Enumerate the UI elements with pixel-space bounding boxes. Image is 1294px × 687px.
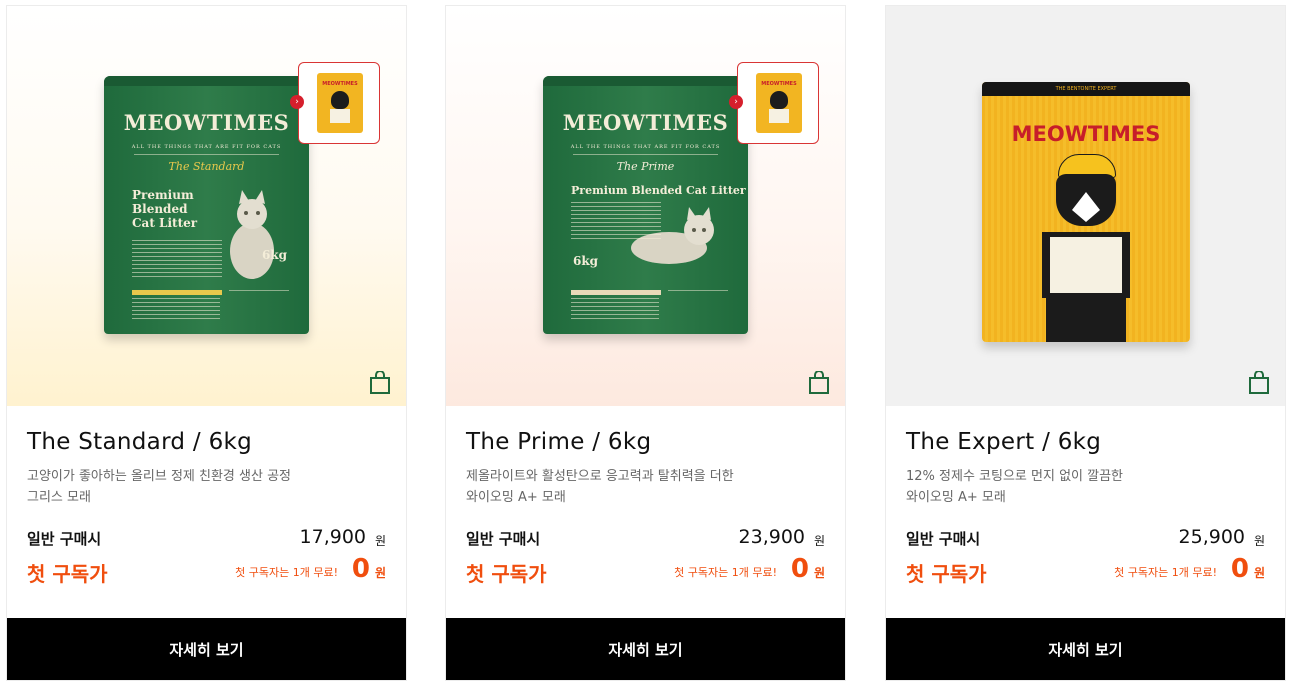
price-unit: 원 [1253,534,1265,548]
thumb-brand: MEOWTIMES [322,81,358,87]
shopping-bag-icon[interactable] [369,371,391,395]
view-details-button[interactable]: 자세히 보기 [7,618,406,680]
regular-price-row: 일반 구매시 17,900 원 [27,526,386,550]
product-card-list: MEOWTIMES ALL THE THINGS THAT ARE FIT FO… [0,0,1294,687]
regular-price-label: 일반 구매시 [466,530,541,548]
product-title[interactable]: The Standard / 6kg [27,406,386,455]
chevron-right-icon[interactable]: › [729,95,743,109]
bag-brand: MEOWTIMES [562,110,729,135]
regular-price-label: 일반 구매시 [27,530,102,548]
subscription-note: 첫 구독자는 1개 무료! [674,566,777,579]
subscription-price-row: 첫 구독가 첫 구독자는 1개 무료! 0 원 [466,554,825,588]
regular-price: 25,900 [1178,526,1245,548]
subscription-price-label: 첫 구독가 [27,562,108,586]
product-description: 12% 정제수 코팅으로 먼지 없이 깔끔한 와이오밍 A+ 모래 [906,469,1123,505]
subscription-price-row: 첫 구독가 첫 구독자는 1개 무료! 0 원 [27,554,386,588]
shopping-bag-icon[interactable] [1248,371,1270,395]
product-image: MEOWTIMES ALL THE THINGS THAT ARE FIT FO… [543,76,748,334]
bag-brand: MEOWTIMES [123,110,290,135]
regular-price-row: 일반 구매시 23,900 원 [466,526,825,550]
product-description: 제올라이트와 활성탄으로 응고력과 탈취력을 더한 와이오밍 A+ 모래 [466,469,734,505]
product-image: THE BENTONITE EXPERT MEOWTIMES [982,82,1190,342]
product-image-area[interactable]: MEOWTIMES ALL THE THINGS THAT ARE FIT FO… [7,6,406,406]
subscription-price: 0 [1230,554,1249,584]
regular-price-row: 일반 구매시 25,900 원 [906,526,1265,550]
bag-edition: The Standard [168,160,245,173]
regular-price-label: 일반 구매시 [906,530,981,548]
product-card[interactable]: THE BENTONITE EXPERT MEOWTIMES The Exper… [886,6,1285,680]
subscription-price: 0 [790,554,809,584]
product-card[interactable]: MEOWTIMES ALL THE THINGS THAT ARE FIT FO… [446,6,845,680]
product-card[interactable]: MEOWTIMES ALL THE THINGS THAT ARE FIT FO… [7,6,406,680]
subscription-price: 0 [351,554,370,584]
price-unit: 원 [1253,566,1265,580]
bag-edition: The Prime [616,160,675,173]
product-description: 고양이가 좋아하는 올리브 정제 친환경 생산 공정 그리스 모래 [27,469,291,505]
regular-price: 23,900 [738,526,805,548]
bag-tagline: ALL THE THINGS THAT ARE FIT FOR CATS [131,144,282,150]
product-image: MEOWTIMES ALL THE THINGS THAT ARE FIT FO… [104,76,309,334]
regular-price: 17,900 [299,526,366,548]
product-image-area[interactable]: MEOWTIMES ALL THE THINGS THAT ARE FIT FO… [446,6,845,406]
price-unit: 원 [374,534,386,548]
cat-illustration [230,190,274,279]
variant-thumbnail[interactable]: MEOWTIMES › [729,62,819,144]
bag-tagline: ALL THE THINGS THAT ARE FIT FOR CATS [570,144,721,150]
view-details-button[interactable]: 자세히 보기 [886,618,1285,680]
bag-headline: Premium Blended Cat Litter [132,188,198,230]
variant-thumbnail[interactable]: MEOWTIMES › [290,62,380,144]
view-details-button[interactable]: 자세히 보기 [446,618,845,680]
subscription-note: 첫 구독자는 1개 무료! [235,566,338,579]
bag-weight: 6kg [573,254,599,268]
price-unit: 원 [374,566,386,580]
price-unit: 원 [813,534,825,548]
subscription-note: 첫 구독자는 1개 무료! [1114,566,1217,579]
product-title[interactable]: The Expert / 6kg [906,406,1265,455]
bag-brand: MEOWTIMES [1011,122,1161,146]
product-image-area[interactable]: THE BENTONITE EXPERT MEOWTIMES [886,6,1285,406]
bag-weight: 6kg [261,248,287,262]
bag-band: THE BENTONITE EXPERT [982,82,1190,96]
price-unit: 원 [813,566,825,580]
bag-headline: Premium Blended Cat Litter [571,184,746,197]
subscription-price-row: 첫 구독가 첫 구독자는 1개 무료! 0 원 [906,554,1265,588]
product-title[interactable]: The Prime / 6kg [466,406,825,455]
thumb-brand: MEOWTIMES [761,81,797,87]
shopping-bag-icon[interactable] [808,371,830,395]
chevron-right-icon[interactable]: › [290,95,304,109]
subscription-price-label: 첫 구독가 [466,562,547,586]
subscription-price-label: 첫 구독가 [906,562,987,586]
